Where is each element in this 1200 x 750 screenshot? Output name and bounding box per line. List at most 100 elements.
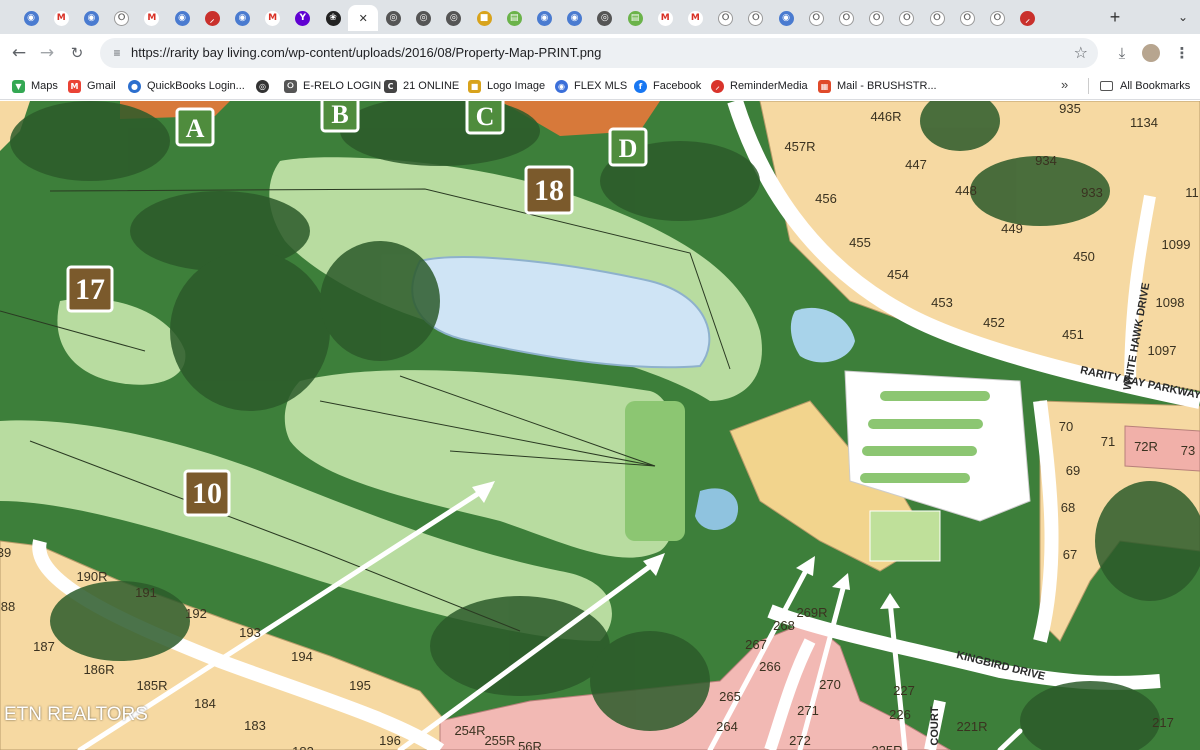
tab[interactable]: ◉ [771,5,801,31]
tab[interactable]: ⭘ [741,5,771,31]
globe-icon: ◎ [597,10,613,26]
lot-number: 934 [1035,153,1057,168]
tab-strip: ◉ M ◉ ⭘ M ◉ ⸝ ◉ M Y ❀ ✕ ◎ ◎ ◎ ■ ▤ ◉ ◉ ◎ ▤ M M ⭘ ⭘ ◉ ⭘ ⭘ ⭘ ⭘ ⭘ ⭘ ⭘ ⸝ + ⌄ [0,0,1200,34]
parking-island-1 [880,391,990,401]
download-icon[interactable]: ⤓ [1110,41,1134,65]
bookmark-item[interactable]: ● QuickBooks Login... [128,78,245,94]
tab[interactable]: ◉ [16,5,46,31]
bookmark-item[interactable]: ◎ [256,78,275,94]
tab[interactable]: ⸝ [1013,5,1043,31]
hole-label: A [186,114,205,143]
tab[interactable]: ◉ [227,5,257,31]
reminder-icon: ⸝ [711,79,724,93]
lot-number: 255R [484,733,515,748]
url-text[interactable]: https://rarity bay living.com/wp-content… [131,45,601,60]
bookmark-item[interactable]: ⸝ ReminderMedia [711,78,808,94]
bookmark-item[interactable]: ◉ FLEX MLS [555,78,627,94]
tab[interactable]: M [137,5,167,31]
lot-number: 184 [194,696,216,711]
close-icon[interactable]: ✕ [356,11,371,26]
lot-number: 268 [773,618,795,633]
back-arrow-icon[interactable]: ← [6,41,32,65]
bookmark-label: QuickBooks Login... [147,80,245,92]
bookmark-star-icon[interactable]: ☆ [1074,43,1088,62]
lot-number: 191 [135,585,157,600]
tab[interactable]: M [258,5,288,31]
bookmarks-overflow-chevron-icon[interactable]: » [1061,77,1068,92]
gmail-icon: M [144,10,160,26]
tab[interactable]: ◎ [439,5,469,31]
bookmark-item[interactable]: ■ Logo Image [468,78,545,94]
tab[interactable]: ▤ [620,5,650,31]
tab-search-chevron-icon[interactable]: ⌄ [1172,6,1194,28]
lot-number: 272 [789,733,811,748]
tab[interactable]: ◉ [76,5,106,31]
chrome-icon: ◉ [23,10,39,26]
profile-avatar[interactable] [1141,43,1161,63]
forward-arrow-icon[interactable]: → [34,41,60,65]
lot-number: 446R [870,109,901,124]
lot-number: 221R [956,719,987,734]
tab[interactable]: ⭘ [892,5,922,31]
lot-number: 270 [819,677,841,692]
tab[interactable]: ▤ [499,5,529,31]
tab[interactable]: ❀ [318,5,348,31]
tab[interactable]: ◉ [167,5,197,31]
chrome-icon: ◉ [778,10,794,26]
tab[interactable]: ◎ [590,5,620,31]
lot-number: 227 [893,683,915,698]
new-tab-button[interactable]: + [1104,6,1126,28]
hole-label: 10 [192,477,222,510]
tab[interactable]: ⭘ [801,5,831,31]
tab[interactable]: M [650,5,680,31]
tab[interactable]: ⭘ [922,5,952,31]
all-bookmarks-folder[interactable]: All Bookmarks [1100,78,1190,94]
lot-number: 447 [905,157,927,172]
hole-label: C [476,102,495,131]
bookmarks-divider [1088,78,1089,94]
hole-label: D [619,134,638,163]
bookmark-item[interactable]: ▦ Mail - BRUSHSTR... [818,78,937,94]
tab-active[interactable]: ✕ [348,5,379,31]
tab[interactable]: ⸝ [197,5,227,31]
bookmark-item[interactable]: f Facebook [634,78,701,94]
site-info-icon[interactable]: ≡ [109,45,125,61]
tab[interactable]: ⭘ [831,5,861,31]
tab[interactable]: Y [288,5,318,31]
reload-icon[interactable]: ↻ [64,41,90,65]
bookmark-label: FLEX MLS [574,80,628,92]
tab[interactable]: ⭘ [711,5,741,31]
tab[interactable]: ◎ [378,5,408,31]
tab[interactable]: ⭘ [862,5,892,31]
browser-toolbar: ← → ↻ ≡ https://rarity bay living.com/wp… [0,34,1200,72]
relo-icon: ⭘ [808,10,824,26]
lot-number: 452 [983,315,1005,330]
address-bar[interactable]: ≡ https://rarity bay living.com/wp-conte… [100,38,1098,68]
tab[interactable]: M [680,5,710,31]
tab[interactable]: M [46,5,76,31]
tab[interactable]: ⭘ [107,5,137,31]
bookmark-item[interactable]: ▼ Maps [12,78,58,94]
bookmark-item[interactable]: ⭘ E-RELO LOGIN [284,78,381,94]
gmail-icon: M [687,10,703,26]
tab[interactable]: ◉ [560,5,590,31]
tab[interactable]: ◎ [409,5,439,31]
tab[interactable]: ⭘ [982,5,1012,31]
bookmark-item[interactable]: C 21 ONLINE [384,78,459,94]
globe-icon: ◎ [416,10,432,26]
menu-kebab-icon[interactable]: ⋮ [1170,41,1194,65]
lot-number: 267 [745,637,767,652]
bookmark-label: ReminderMedia [730,80,808,92]
tab[interactable]: ■ [469,5,499,31]
bookmark-item[interactable]: M Gmail [68,78,116,94]
lot-number: 69 [1066,463,1080,478]
tab[interactable]: ◉ [529,5,559,31]
lot-number: 11 [1185,185,1199,200]
bookmark-label: Facebook [653,80,702,92]
yahoo-icon: Y [295,10,311,26]
gmail-icon: M [53,10,69,26]
lot-number: 226 [889,707,911,722]
lot-number: 68 [1061,500,1075,515]
tab[interactable]: ⭘ [952,5,982,31]
lot-number: 449 [1001,221,1023,236]
